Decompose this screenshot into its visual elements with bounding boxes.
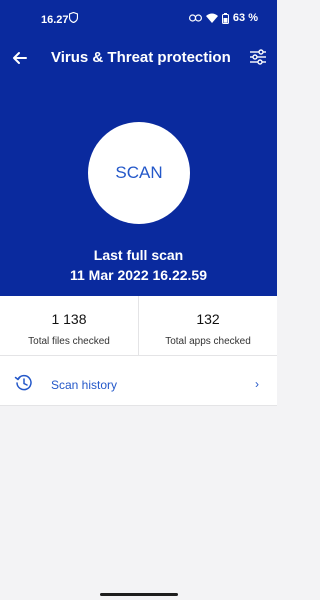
- status-bar: 16.27 63 %: [0, 0, 277, 38]
- battery-icon: [221, 12, 229, 24]
- last-scan-label: Last full scan: [93, 247, 184, 263]
- header-panel: 16.27 63 % Virus & Threat protection SCA…: [0, 0, 277, 296]
- stats-row: 1 138 Total files checked 132 Total apps…: [0, 296, 277, 356]
- scan-button[interactable]: SCAN: [88, 122, 190, 224]
- arrow-left-icon: [13, 52, 27, 64]
- scan-history-item[interactable]: Scan history ›: [0, 356, 277, 406]
- app-bar: Virus & Threat protection: [0, 40, 277, 76]
- gesture-bar: [100, 593, 178, 596]
- chevron-right-icon: ›: [255, 377, 259, 391]
- history-icon: [14, 373, 34, 393]
- last-scan-date: 11 Mar 2022 16.22.59: [69, 267, 207, 283]
- scan-history-label: Scan history: [51, 378, 118, 392]
- wifi-icon: [205, 13, 218, 23]
- shield-icon: [68, 11, 79, 26]
- apps-label: Total apps checked: [165, 336, 251, 347]
- stat-files: 1 138 Total files checked: [0, 296, 138, 355]
- link-icon: [188, 14, 202, 22]
- files-label: Total files checked: [28, 336, 110, 347]
- status-icons: 63 %: [188, 12, 258, 24]
- settings-button[interactable]: [248, 47, 268, 67]
- status-time: 16.27: [41, 14, 69, 26]
- page-title: Virus & Threat protection: [51, 49, 231, 66]
- scan-button-label: SCAN: [115, 163, 163, 182]
- apps-count: 132: [196, 311, 220, 327]
- stat-apps: 132 Total apps checked: [138, 296, 277, 355]
- battery-percent: 63 %: [232, 12, 258, 24]
- back-button[interactable]: [10, 48, 30, 68]
- sliders-icon: [250, 49, 266, 65]
- files-count: 1 138: [51, 311, 87, 327]
